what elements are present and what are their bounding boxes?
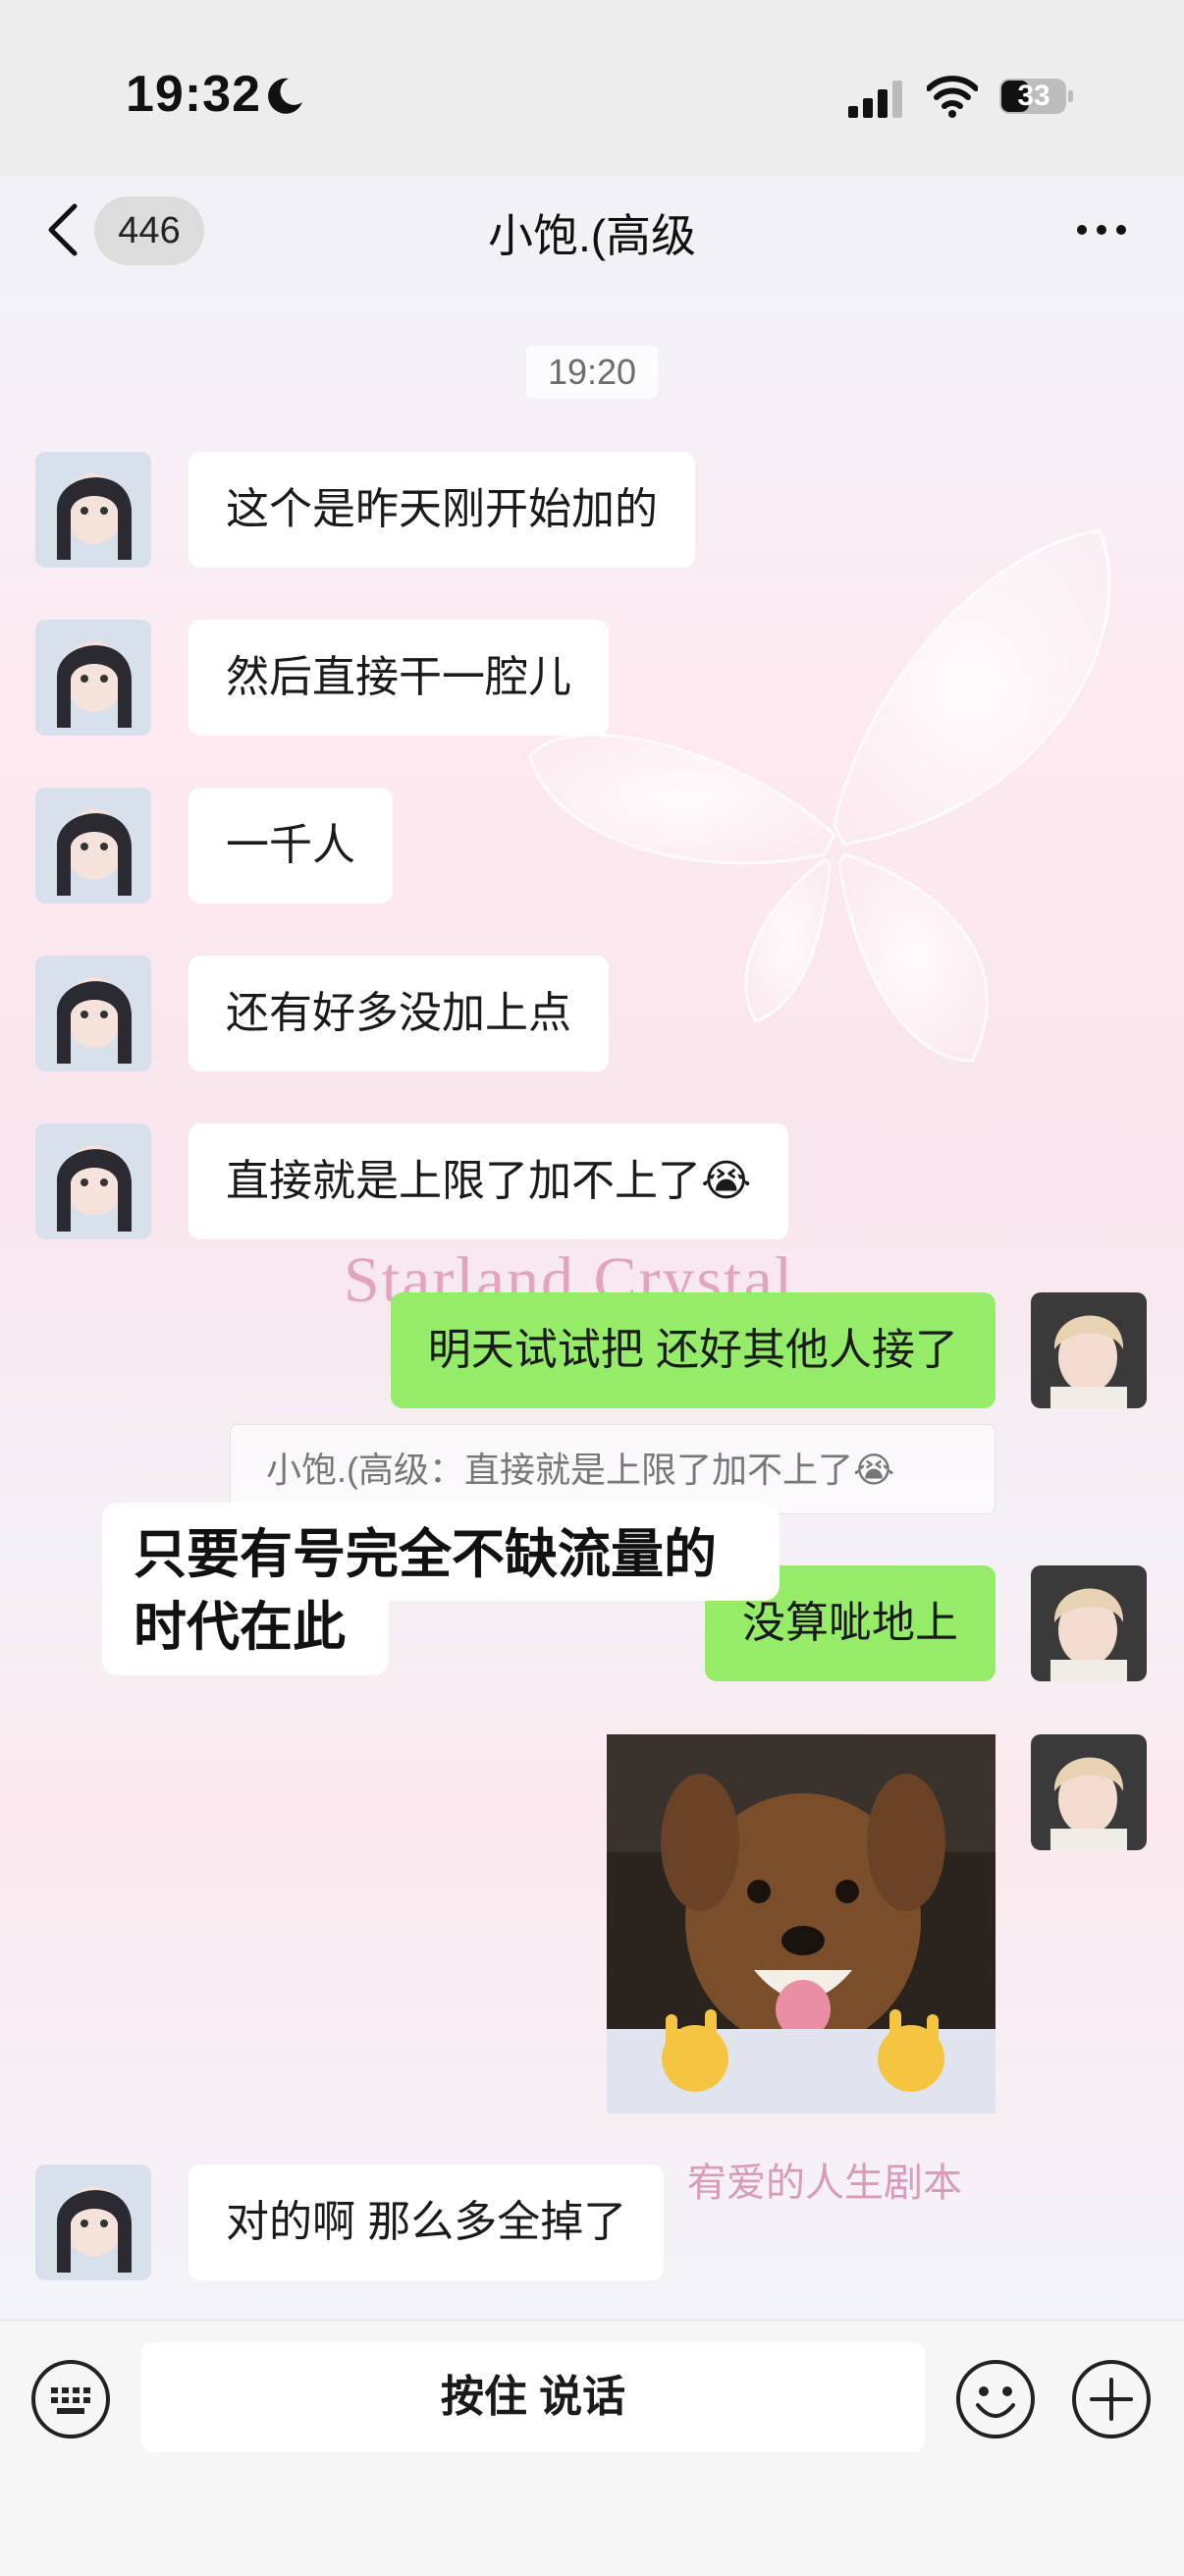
plus-icon[interactable] [1070,2358,1153,2440]
avatar[interactable] [35,1124,151,1239]
caption-line-1: 只要有号完全不缺流量的 [134,1525,717,1584]
chat-title: 小饱.(高级 [487,210,697,261]
unread-count-badge[interactable]: 446 [94,196,204,265]
keyboard-icon[interactable] [29,2358,112,2440]
avatar[interactable] [35,788,151,904]
moon-icon [268,78,302,114]
avatar-self[interactable] [1031,1292,1147,1408]
background-watermark-text-2: 宥爱的人生剧本 [687,2162,962,2205]
more-icon[interactable] [1074,222,1129,238]
avatar-self[interactable] [1031,1734,1147,1850]
message-bubble[interactable]: 这个是昨天刚开始加的 [188,452,695,568]
avatar[interactable] [35,956,151,1071]
hold-to-talk-button[interactable]: 按住 说话 [141,2342,925,2452]
status-time: 19:32 [126,66,261,123]
emoji-icon[interactable] [954,2358,1037,2440]
message-bubble[interactable]: 一千人 [188,788,393,904]
message-bubble[interactable]: 然后直接干一腔儿 [188,620,609,736]
battery-level: 33 [1017,80,1050,112]
quoted-reply[interactable]: 小饱.(高级：直接就是上限了加不上了😭 [230,1424,996,1514]
back-chevron-icon[interactable] [43,200,82,259]
dog-meme-image[interactable] [607,1734,996,2113]
avatar[interactable] [35,452,151,568]
avatar-self[interactable] [1031,1565,1147,1681]
message-timestamp: 19:20 [526,346,658,399]
message-bubble[interactable]: 还有好多没加上点 [188,956,609,1071]
status-bar: 19:32 33 446 小饱.(高级 [0,0,1184,265]
message-bubble[interactable]: 对的啊 那么多全掉了 [188,2165,665,2280]
message-bubble[interactable]: 直接就是上限了加不上了😭 [188,1124,789,1239]
avatar[interactable] [35,620,151,736]
avatar[interactable] [35,2165,151,2280]
wifi-icon [927,76,978,118]
signal-icon [848,81,902,118]
caption-line-2: 时代在此 [134,1598,346,1657]
video-caption-overlay: 只要有号完全不缺流量的 时代在此 [102,1503,780,1675]
input-bar: 按住 说话 [0,2320,1184,2576]
message-bubble-self[interactable]: 明天试试把 还好其他人接了 [390,1292,996,1408]
